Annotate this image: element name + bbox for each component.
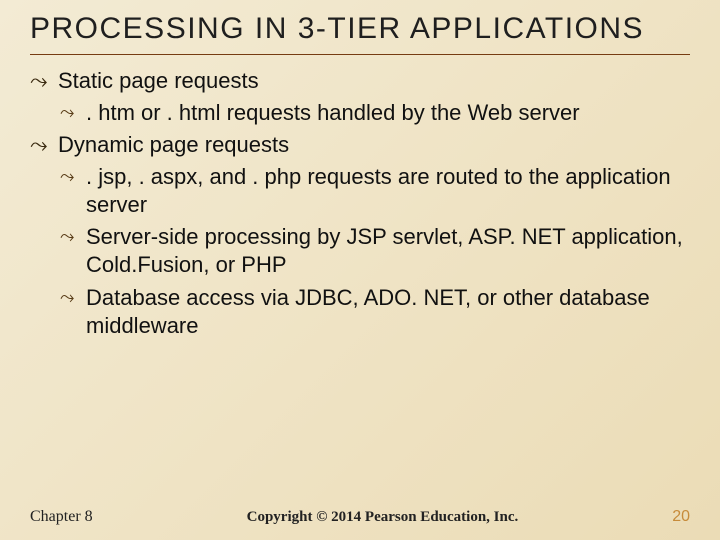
bullet-level2: ⤳ Database access via JDBC, ADO. NET, or… — [30, 284, 690, 340]
bullet-icon: ⤳ — [60, 286, 74, 309]
bullet-level1: ⤳ Dynamic page requests — [30, 131, 690, 159]
bullet-text: Static page requests — [58, 68, 259, 93]
bullet-text: Server-side processing by JSP servlet, A… — [86, 224, 683, 277]
bullet-text: . htm or . html requests handled by the … — [86, 100, 580, 125]
bullet-icon: ⤳ — [60, 225, 74, 248]
slide-title: PROCESSING IN 3-TIER APPLICATIONS — [30, 10, 690, 48]
bullet-level1: ⤳ Static page requests — [30, 67, 690, 95]
footer: Chapter 8 Copyright © 2014 Pearson Educa… — [30, 508, 690, 526]
bullet-icon: ⤳ — [30, 131, 48, 159]
title-underline — [30, 54, 690, 55]
page-number: 20 — [672, 508, 690, 526]
bullet-icon: ⤳ — [30, 67, 48, 95]
bullet-level2: ⤳ . jsp, . aspx, and . php requests are … — [30, 163, 690, 219]
bullet-icon: ⤳ — [60, 101, 74, 124]
bullet-text: . jsp, . aspx, and . php requests are ro… — [86, 164, 671, 217]
bullet-icon: ⤳ — [60, 165, 74, 188]
chapter-label: Chapter 8 — [30, 508, 93, 526]
bullet-text: Database access via JDBC, ADO. NET, or o… — [86, 285, 650, 338]
bullet-text: Dynamic page requests — [58, 132, 289, 157]
bullet-level2: ⤳ Server-side processing by JSP servlet,… — [30, 223, 690, 279]
slide-content: ⤳ Static page requests ⤳ . htm or . html… — [30, 67, 690, 340]
bullet-level2: ⤳ . htm or . html requests handled by th… — [30, 99, 690, 127]
slide: PROCESSING IN 3-TIER APPLICATIONS ⤳ Stat… — [0, 0, 720, 540]
copyright-label: Copyright © 2014 Pearson Education, Inc. — [93, 509, 673, 526]
